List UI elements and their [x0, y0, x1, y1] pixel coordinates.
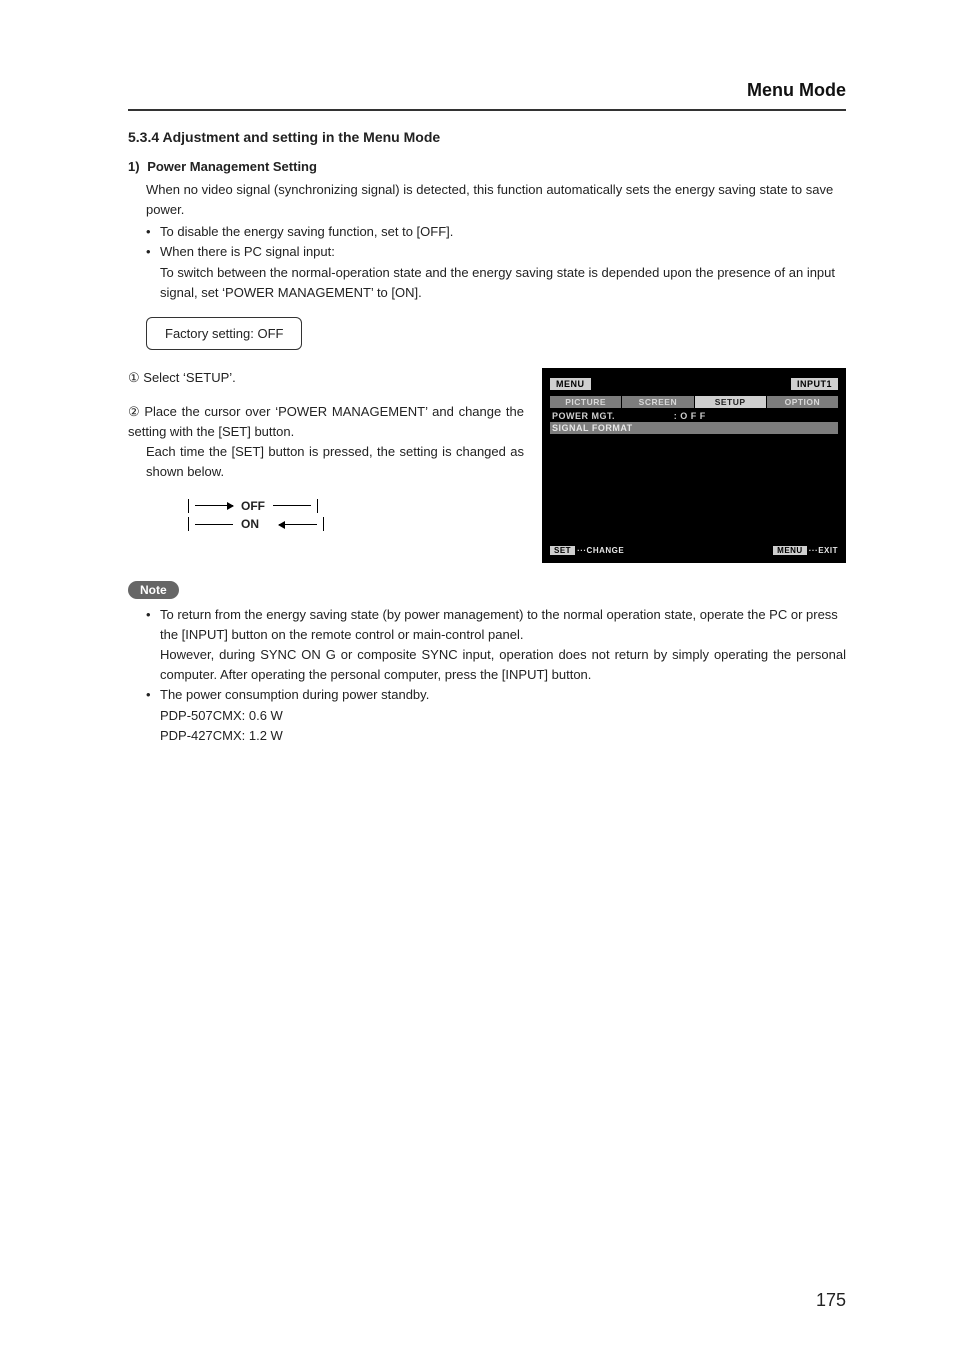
section-title: Menu Mode: [128, 80, 846, 109]
osd-tab-picture: PICTURE: [550, 396, 621, 408]
osd-footer-right: MENU···EXIT: [773, 546, 838, 555]
subsection-heading: 5.3.4 Adjustment and setting in the Menu…: [128, 129, 846, 145]
osd-footer-left: SET···CHANGE: [550, 546, 624, 555]
bullet-2-detail: To switch between the normal-operation s…: [160, 263, 846, 303]
osd-row-value: : O F F: [674, 411, 755, 421]
step-2: ② Place the cursor over ‘POWER MANAGEMEN…: [128, 402, 524, 483]
bullet-icon: •: [146, 222, 160, 242]
step-1: ① Select ‘SETUP’.: [128, 368, 524, 388]
osd-tab-setup: SETUP: [695, 396, 766, 408]
step-2-text-a: Place the cursor over ‘POWER MANAGEMENT’…: [128, 404, 524, 439]
note-2: The power consumption during power stand…: [160, 685, 846, 705]
note-1a: To return from the energy saving state (…: [160, 605, 846, 645]
intro-text: When no video signal (synchronizing sign…: [146, 180, 846, 220]
page-number: 175: [816, 1290, 846, 1311]
note-2b: PDP-427CMX: 1.2 W: [160, 726, 846, 746]
note-1b: However, during SYNC ON G or composite S…: [160, 645, 846, 685]
osd-set-button-label: SET: [550, 546, 575, 555]
bullet-2: When there is PC signal input:: [160, 242, 846, 262]
step-2-text-b: Each time the [SET] button is pressed, t…: [128, 442, 524, 482]
note-body: • To return from the energy saving state…: [128, 605, 846, 746]
bullet-icon: •: [146, 242, 160, 302]
osd-row-power-mgt: POWER MGT. : O F F: [550, 410, 838, 422]
bullet-icon: •: [146, 605, 160, 686]
osd-menu-button-label: MENU: [773, 546, 807, 555]
cycle-off-label: OFF: [239, 497, 267, 516]
toggle-cycle-diagram: OFF ON: [188, 497, 524, 538]
note-2a: PDP-507CMX: 0.6 W: [160, 706, 846, 726]
item-number: 1): [128, 159, 140, 174]
item-body: When no video signal (synchronizing sign…: [128, 180, 846, 303]
header-rule: [128, 109, 846, 111]
factory-setting-box: Factory setting: OFF: [146, 317, 302, 350]
step-1-marker: ①: [128, 368, 140, 388]
osd-input-chip: INPUT1: [791, 378, 838, 390]
note-label: Note: [128, 581, 179, 599]
osd-screenshot: MENU INPUT1 PICTURE SCREEN SETUP OPTION …: [542, 368, 846, 563]
step-2-marker: ②: [128, 402, 140, 422]
osd-tab-option: OPTION: [767, 396, 838, 408]
osd-tab-screen: SCREEN: [622, 396, 693, 408]
osd-row-label: POWER MGT.: [552, 411, 674, 421]
step-1-text: Select ‘SETUP’.: [143, 370, 235, 385]
cycle-on-label: ON: [239, 515, 261, 534]
osd-row-signal-format: SIGNAL FORMAT: [550, 422, 838, 434]
item-title: Power Management Setting: [147, 159, 317, 174]
bullet-icon: •: [146, 685, 160, 745]
osd-menu-chip: MENU: [550, 378, 591, 390]
bullet-1: To disable the energy saving function, s…: [160, 222, 846, 242]
item-heading: 1) Power Management Setting: [128, 159, 846, 174]
osd-row-label: SIGNAL FORMAT: [552, 423, 674, 433]
